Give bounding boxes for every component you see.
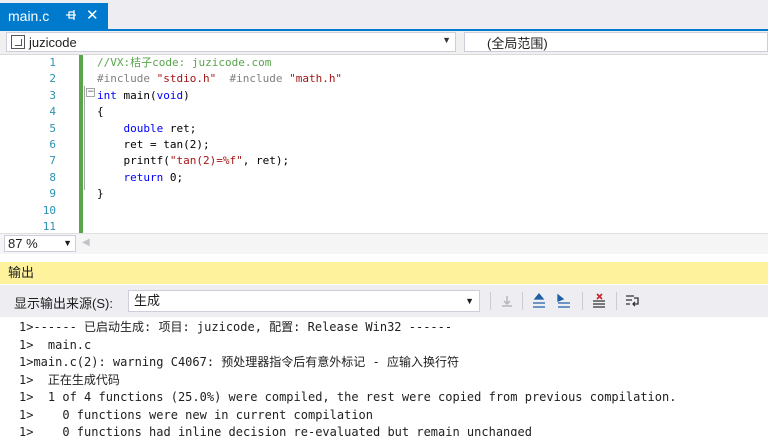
code-token: "math.h" xyxy=(289,72,343,86)
project-icon xyxy=(11,35,25,49)
outlining-guide xyxy=(84,86,93,190)
collapse-toggle-icon[interactable]: − xyxy=(86,88,95,97)
project-dropdown[interactable]: juzicode ▼ xyxy=(6,32,456,52)
toolbar-separator xyxy=(582,292,583,310)
code-token: main( xyxy=(123,88,157,102)
code-token: #include xyxy=(216,72,290,86)
code-line: { xyxy=(97,104,104,120)
line-number-gutter: 1 2 3 4 5 6 7 8 9 10 11 xyxy=(0,55,62,233)
clear-all-icon[interactable] xyxy=(590,292,608,310)
output-line: 1> 0 functions had inline decision re-ev… xyxy=(19,425,532,436)
output-source-value: 生成 xyxy=(134,293,161,308)
code-token: #include xyxy=(97,72,157,86)
code-token: ) xyxy=(183,88,190,102)
code-token: ret = tan(2); xyxy=(97,138,210,151)
toolbar-separator xyxy=(490,292,491,310)
output-source-dropdown[interactable]: 生成 ▼ xyxy=(128,290,480,312)
chevron-down-icon: ▼ xyxy=(63,238,72,248)
code-editor[interactable]: 1 2 3 4 5 6 7 8 9 10 11 − //VX:桔子code: juzicode.co… xyxy=(0,55,768,233)
code-token: int xyxy=(97,88,124,102)
code-line: //VX:桔子code: juzicode.com xyxy=(97,55,271,71)
line-number: 2 xyxy=(49,72,56,86)
code-line: ret = tan(2); xyxy=(97,137,210,153)
output-line: 1> 正在生成代码 xyxy=(19,372,120,387)
code-line: } xyxy=(97,186,104,202)
go-previous-message-icon[interactable] xyxy=(530,292,548,310)
line-number: 3 xyxy=(49,88,56,102)
code-token: "stdio.h" xyxy=(156,72,217,86)
code-token: return xyxy=(97,170,170,184)
code-token: "tan(2)=%f" xyxy=(169,154,243,168)
output-toolbar: 显示输出来源(S): 生成 ▼ xyxy=(0,285,768,317)
output-text-area[interactable]: 1>------ 已启动生成: 项目: juzicode, 配置: Releas… xyxy=(0,317,768,436)
output-line: 1>------ 已启动生成: 项目: juzicode, 配置: Releas… xyxy=(19,320,453,334)
code-token: printf( xyxy=(97,154,170,168)
tab-main-c[interactable]: main.c ✕ xyxy=(0,3,108,29)
warning-message-line: 1>main.c(2): warning C4067: 预处理器指令后有意外标记… xyxy=(19,355,459,369)
document-tab-strip: main.c ✕ xyxy=(0,0,768,31)
code-line: return 0; xyxy=(97,170,183,186)
line-number: 1 xyxy=(49,56,56,69)
code-token: 0; xyxy=(169,170,184,184)
scope-dropdown[interactable]: (全局范围) xyxy=(464,32,768,52)
line-number: 10 xyxy=(42,203,56,217)
output-source-label: 显示输出来源(S): xyxy=(14,296,113,311)
code-token: //VX:桔子code: juzicode.com xyxy=(97,56,272,69)
line-number: 6 xyxy=(49,138,56,151)
code-token: void xyxy=(156,88,184,102)
code-token: { xyxy=(97,105,104,119)
code-token: , ret); xyxy=(242,154,290,168)
editor-status-bar: 87 % ▼ ◀ xyxy=(0,233,768,254)
code-line: double ret; xyxy=(97,121,196,137)
line-number: 4 xyxy=(49,105,56,119)
output-line: 1> main.c xyxy=(19,337,92,352)
pin-icon[interactable] xyxy=(64,5,78,25)
chevron-down-icon: ▼ xyxy=(465,296,474,306)
line-number: 5 xyxy=(49,121,56,135)
zoom-value: 87 % xyxy=(8,236,38,251)
word-wrap-icon[interactable] xyxy=(624,292,642,310)
zoom-dropdown[interactable]: 87 % ▼ xyxy=(4,235,76,252)
toolbar-separator xyxy=(616,292,617,310)
close-icon[interactable]: ✕ xyxy=(86,4,99,26)
line-number: 8 xyxy=(49,170,56,184)
line-number: 9 xyxy=(49,187,56,201)
scope-value: (全局范围) xyxy=(487,35,548,51)
toolbar-separator xyxy=(522,292,523,310)
code-token: ret; xyxy=(169,121,197,135)
change-tracking-bar xyxy=(79,55,83,233)
output-panel-title: 输出 xyxy=(0,262,768,284)
project-name: juzicode xyxy=(29,34,77,50)
line-number: 7 xyxy=(49,154,56,168)
tab-title: main.c xyxy=(8,8,50,24)
code-line: printf("tan(2)=%f", ret); xyxy=(97,153,289,169)
chevron-down-icon: ▼ xyxy=(442,35,451,45)
output-line: 1> 1 of 4 functions (25.0%) were compile… xyxy=(19,390,677,404)
code-line: int main(void) xyxy=(97,88,190,104)
scroll-left-icon[interactable]: ◀ xyxy=(82,237,90,248)
go-next-message-icon[interactable] xyxy=(555,292,573,310)
code-token: double xyxy=(97,121,170,135)
find-message-icon[interactable] xyxy=(498,292,516,310)
output-line: 1> 0 functions were new in current compi… xyxy=(19,407,374,422)
code-line: #include "stdio.h" #include "math.h" xyxy=(97,71,342,87)
navigation-bar: juzicode ▼ (全局范围) xyxy=(0,31,768,55)
code-token: } xyxy=(97,187,104,201)
